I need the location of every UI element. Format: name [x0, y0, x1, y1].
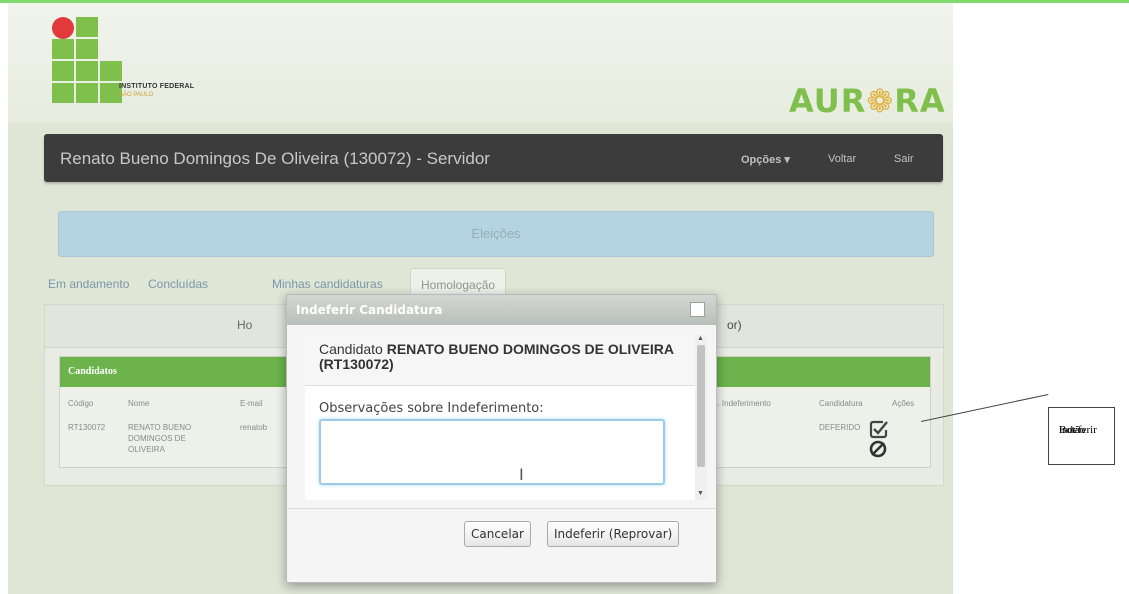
panel-title-left: Ho — [237, 318, 253, 332]
column-header: bs. Indeferimento — [709, 399, 771, 408]
top-navbar: Renato Bueno Domingos De Oliveira (13007… — [44, 134, 943, 182]
indeferir-reprovar-button[interactable]: Indeferir (Reprovar) — [547, 521, 680, 547]
flower-icon: ❁ — [866, 82, 895, 120]
panel-title-right: or) — [727, 318, 742, 332]
exit-link[interactable]: Sair — [894, 153, 914, 165]
candidate-info: Candidato RENATO BUENO DOMINGOS DE OLIVE… — [305, 335, 701, 386]
indeferir-dialog: Indeferir Candidatura Candidato RENATO B… — [286, 294, 717, 583]
text-cursor-icon: I — [519, 465, 524, 484]
indeferir-icon[interactable] — [869, 419, 889, 459]
site-header: INSTITUTO FEDERAL SÃO PAULO AUR❁RA — [8, 3, 953, 123]
observations-textarea[interactable] — [319, 419, 665, 485]
back-link[interactable]: Voltar — [828, 153, 856, 165]
cell-email: renatob — [240, 423, 268, 432]
elections-title: Eleições — [471, 226, 521, 241]
close-icon[interactable] — [690, 302, 705, 317]
margin-area — [953, 3, 1129, 594]
dialog-footer-divider — [287, 508, 716, 509]
cancel-button[interactable]: Cancelar — [464, 521, 531, 547]
dialog-body: Candidato RENATO BUENO DOMINGOS DE OLIVE… — [305, 335, 701, 500]
logo-text-campus: SÃO PAULO — [119, 92, 154, 98]
user-title: Renato Bueno Domingos De Oliveira (13007… — [60, 149, 490, 168]
scrollbar-thumb[interactable] — [697, 345, 705, 467]
column-header: Ações — [892, 399, 915, 408]
options-menu[interactable]: Opções ▾ — [741, 153, 790, 166]
elections-banner: Eleições — [58, 211, 934, 257]
column-header: Nome — [128, 399, 150, 408]
scroll-down-icon[interactable]: ▼ — [697, 490, 704, 497]
column-header: Candidatura — [819, 399, 863, 408]
dialog-scrollbar[interactable]: ▲ ▼ — [695, 335, 707, 500]
column-header: Código — [68, 399, 94, 408]
candidate-prefix: Candidato — [319, 341, 383, 357]
observations-label: Observações sobre Indeferimento: — [319, 401, 544, 416]
callout-annotation: Botão indeferir — [1048, 407, 1115, 465]
cell-codigo: RT130072 — [68, 423, 106, 432]
tab-minhas-candidaturas[interactable]: Minhas candidaturas — [272, 277, 383, 291]
app-screen: INSTITUTO FEDERAL SÃO PAULO AUR❁RA Renat… — [8, 3, 953, 594]
annotation-line2: indeferir — [1059, 424, 1097, 436]
cell-candidatura: DEFERIDO — [819, 423, 861, 432]
logo-text-institution: INSTITUTO FEDERAL — [119, 83, 195, 90]
column-header: E-mail — [240, 399, 263, 408]
aurora-logo: AUR❁RA — [789, 82, 946, 120]
dialog-titlebar: Indeferir Candidatura — [287, 295, 716, 325]
tab-concluidas[interactable]: Concluídas — [148, 277, 208, 291]
cell-nome: RENATO BUENO DOMINGOS DE OLIVEIRA — [128, 423, 192, 454]
candidates-title: Candidatos — [68, 366, 117, 377]
scroll-up-icon[interactable]: ▲ — [697, 335, 704, 342]
dialog-title: Indeferir Candidatura — [296, 303, 443, 317]
tab-em-andamento[interactable]: Em andamento — [48, 277, 129, 291]
candidate-label: Candidato RENATO BUENO DOMINGOS DE OLIVE… — [319, 342, 679, 372]
